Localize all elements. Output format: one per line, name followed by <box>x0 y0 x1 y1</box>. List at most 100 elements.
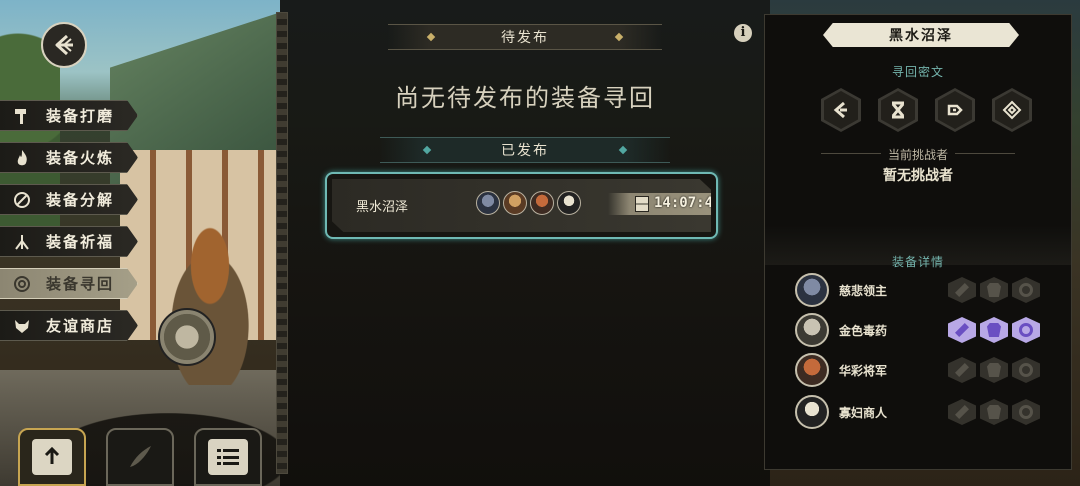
armor-icon <box>987 405 1001 419</box>
tab-publish[interactable] <box>18 428 86 486</box>
avatar <box>795 273 829 307</box>
ring-slot[interactable] <box>1012 317 1040 343</box>
hourglass-icon <box>635 196 649 212</box>
flame-icon <box>12 148 32 168</box>
target-icon <box>12 274 32 294</box>
weapon-slot[interactable] <box>948 357 976 383</box>
list-icon <box>217 449 239 465</box>
timer-value: 14:07:44 <box>654 195 722 211</box>
feather-icon <box>130 446 151 467</box>
split-icon <box>12 190 32 210</box>
bottom-tab-bar <box>18 428 262 486</box>
armor-slot[interactable] <box>980 357 1008 383</box>
pray-icon <box>12 232 32 252</box>
menu-item-label: 装备分解 <box>46 191 115 209</box>
equipment-owner-name: 寡妇商人 <box>839 406 888 420</box>
panel-divider <box>276 12 288 474</box>
equipment-row[interactable]: 寡妇商人 <box>795 395 1049 431</box>
published-task-card[interactable]: 黑水沼泽 14:07:44 <box>325 172 718 239</box>
detail-title-banner: 黑水沼泽 <box>823 23 1019 47</box>
ring-icon <box>1019 363 1033 377</box>
avatar <box>795 353 829 387</box>
equipment-owner-name: 华彩将军 <box>839 364 888 378</box>
avatar <box>503 191 527 215</box>
cipher-slot[interactable] <box>935 88 975 132</box>
participant-avatars <box>476 191 581 215</box>
menu-item-label: 友谊商店 <box>46 317 115 335</box>
menu-item-fire[interactable]: 装备火炼 <box>0 142 138 173</box>
armor-icon <box>987 283 1001 297</box>
armor-slot[interactable] <box>980 399 1008 425</box>
ring-slot[interactable] <box>1012 399 1040 425</box>
menu-item-label: 装备寻回 <box>46 275 115 293</box>
equipment-label: 装备详情 <box>891 255 944 269</box>
equipment-slots <box>948 399 1040 425</box>
cipher-slot[interactable] <box>992 88 1032 132</box>
equipment-slots <box>948 357 1040 383</box>
menu-item-dismantle[interactable]: 装备分解 <box>0 184 138 215</box>
armor-slot[interactable] <box>980 317 1008 343</box>
cipher-glyph-3-icon <box>947 104 963 116</box>
cipher-glyph-4-icon <box>1002 100 1022 120</box>
menu-item-friend-shop[interactable]: 友谊商店 <box>0 310 138 341</box>
back-button[interactable] <box>41 22 87 68</box>
task-timer: 14:07:44 <box>608 193 711 215</box>
avatar <box>476 191 500 215</box>
published-header-label: 已发布 <box>501 143 549 159</box>
pending-empty-message: 尚无待发布的装备寻回 <box>395 84 655 112</box>
ring-icon <box>1019 323 1033 337</box>
armor-slot[interactable] <box>980 277 1008 303</box>
avatar <box>557 191 581 215</box>
weapon-slot[interactable] <box>948 277 976 303</box>
cipher-glyph-2-icon <box>891 101 905 119</box>
cipher-slot[interactable] <box>878 88 918 132</box>
ring-slot[interactable] <box>1012 357 1040 383</box>
equipment-row[interactable]: 慈悲领主 <box>795 273 1049 309</box>
sword-icon <box>955 405 969 419</box>
armor-icon <box>987 363 1001 377</box>
task-name: 黑水沼泽 <box>356 200 409 215</box>
upload-icon <box>44 446 60 464</box>
challenger-value: 暂无挑战者 <box>883 168 953 184</box>
menu-item-bless[interactable]: 装备祈福 <box>0 226 138 257</box>
equipment-slots <box>948 277 1040 303</box>
back-arrow-icon <box>55 34 73 56</box>
hammer-icon <box>12 106 32 126</box>
menu-item-label: 装备打磨 <box>46 107 115 125</box>
tab-list[interactable] <box>194 428 262 486</box>
tab-feather[interactable] <box>106 428 174 486</box>
equipment-slots <box>948 317 1040 343</box>
sword-icon <box>955 323 969 337</box>
cipher-row <box>821 88 1032 132</box>
ring-icon <box>1019 405 1033 419</box>
avatar <box>530 191 554 215</box>
menu-item-polish[interactable]: 装备打磨 <box>0 100 138 131</box>
equipment-row[interactable]: 华彩将军 <box>795 353 1049 389</box>
ring-slot[interactable] <box>1012 277 1040 303</box>
pending-header-label: 待发布 <box>501 30 549 46</box>
fox-shop-icon <box>12 316 32 336</box>
cipher-label: 寻回密文 <box>891 65 944 79</box>
weapon-slot[interactable] <box>948 399 976 425</box>
menu-item-label: 装备火炼 <box>46 149 115 167</box>
challenger-label: 当前挑战者 <box>887 148 948 162</box>
published-header: 已发布 <box>380 137 670 163</box>
sword-icon <box>955 283 969 297</box>
sword-icon <box>955 363 969 377</box>
cipher-slot[interactable] <box>821 88 861 132</box>
pending-header: 待发布 <box>388 24 662 50</box>
cipher-glyph-1-icon <box>833 101 847 119</box>
detail-panel: 黑水沼泽 寻回密文 当前挑战者 暂无挑战者 装备详情 慈悲领主 金色毒药 华彩将… <box>764 14 1072 470</box>
avatar <box>795 313 829 347</box>
menu-item-label: 装备祈福 <box>46 233 115 251</box>
weapon-slot[interactable] <box>948 317 976 343</box>
divider-line <box>955 153 1015 154</box>
avatar <box>795 395 829 429</box>
side-menu: 装备打磨 装备火炼 装备分解 装备祈福 装备寻回 友谊商店 <box>0 100 140 352</box>
menu-item-retrieve[interactable]: 装备寻回 <box>0 268 138 299</box>
equipment-owner-name: 慈悲领主 <box>839 284 888 298</box>
ring-icon <box>1019 283 1033 297</box>
info-button[interactable]: i <box>734 24 752 42</box>
equipment-row[interactable]: 金色毒药 <box>795 313 1049 349</box>
equipment-owner-name: 金色毒药 <box>839 324 888 338</box>
